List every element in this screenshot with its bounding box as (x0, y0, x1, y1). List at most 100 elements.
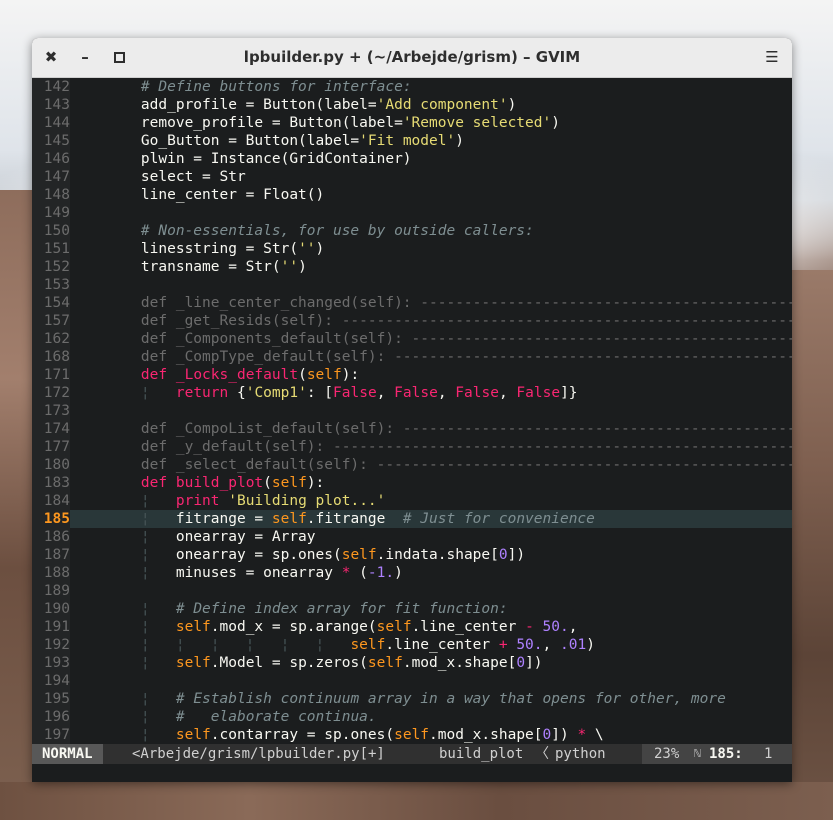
code-line[interactable]: 153 (32, 276, 792, 294)
code-line[interactable]: 154 def _line_center_changed(self): ----… (32, 294, 792, 312)
code-line[interactable]: 145 Go_Button = Button(label='Fit model'… (32, 132, 792, 150)
code-line[interactable]: 162 def _Components_default(self): -----… (32, 330, 792, 348)
line-code: def _CompoList_default(self): ----------… (106, 420, 792, 438)
code-token: .mod_x = sp.arange( (210, 619, 377, 635)
line-number: 177 (32, 438, 70, 456)
cursor-line-row[interactable]: 185 ¦ fitrange = self.fitrange # Just fo… (32, 510, 792, 528)
code-line[interactable]: 146 plwin = Instance(GridContainer) (32, 150, 792, 168)
code-token: 'Building plot...' (228, 493, 386, 509)
line-number: 148 (32, 186, 70, 204)
line-number: 192 (32, 636, 70, 654)
code-line[interactable]: 150 # Non-essentials, for use by outside… (32, 222, 792, 240)
code-token: Go_Button = Button(label= (106, 133, 360, 149)
code-editor[interactable]: 142 # Define buttons for interface: 143 a… (32, 78, 792, 744)
line-number: 195 (32, 690, 70, 708)
code-line[interactable]: 152 transname = Str('') (32, 258, 792, 276)
code-line[interactable]: 173 (32, 402, 792, 420)
code-token: ]) (525, 655, 543, 671)
code-token: : [ (306, 385, 334, 401)
code-line[interactable]: 143 add_profile = Button(label='Add comp… (32, 96, 792, 114)
code-token: ( (298, 367, 307, 383)
code-token: + (498, 637, 508, 653)
code-line[interactable]: 191 ¦ self.mod_x = sp.arange(self.line_c… (32, 618, 792, 636)
line-code: ¦ ¦ ¦ ¦ ¦ ¦ self.line_center + 50., .01) (106, 636, 595, 654)
code-line[interactable]: 174 def _CompoList_default(self): ------… (32, 420, 792, 438)
code-token: # Establish continuum array in a way tha… (175, 691, 726, 707)
file-type: python (555, 746, 606, 762)
code-line[interactable]: 180 def _select_default(self): ---------… (32, 456, 792, 474)
code-token: self (175, 655, 211, 671)
code-token: self (341, 547, 377, 563)
code-line[interactable]: 151 linesstring = Str('') (32, 240, 792, 258)
code-line[interactable]: 142 # Define buttons for interface: (32, 78, 792, 96)
code-line[interactable]: 183 def build_plot(self): (32, 474, 792, 492)
line-code: add_profile = Button(label='Add componen… (106, 96, 516, 114)
code-token: 0 (498, 547, 508, 563)
code-line[interactable]: 148 line_center = Float() (32, 186, 792, 204)
line-code: ¦ self.Model = sp.zeros(self.mod_x.shape… (106, 654, 543, 672)
code-line[interactable]: 189 (32, 582, 792, 600)
line-number: 162 (32, 330, 70, 348)
code-line[interactable]: 197 ¦ self.contarray = sp.ones(self.mod_… (32, 726, 792, 744)
line-code: # Define buttons for interface: (106, 78, 412, 96)
code-token: def _Components_default(self): ---------… (106, 331, 792, 347)
code-token: ¦ (140, 709, 150, 725)
code-token: self (175, 619, 211, 635)
title-bar[interactable]: ✖ – lpbuilder.py + (~/Arbejde/grism) – G… (32, 38, 792, 78)
line-number: 153 (32, 276, 70, 294)
code-token: minuses = onearray (149, 565, 342, 581)
code-line[interactable]: 194 (32, 672, 792, 690)
code-token: self (175, 727, 211, 743)
code-token: , (498, 385, 517, 401)
line-number: 190 (32, 600, 70, 618)
code-token: .mod_x.shape[ (402, 655, 517, 671)
code-token: .contarray = sp.ones( (210, 727, 395, 743)
code-line[interactable]: 195 ¦ # Establish continuum array in a w… (32, 690, 792, 708)
code-token: False (455, 385, 499, 401)
status-line: NORMAL <Arbejde/grism/lpbuilder.py[+] bu… (32, 744, 792, 764)
line-number: 193 (32, 654, 70, 672)
code-line[interactable]: 188 ¦ minuses = onearray * (-1.) (32, 564, 792, 582)
menu-icon[interactable]: ☰ (758, 38, 786, 77)
code-token: , (437, 385, 456, 401)
line-code: transname = Str('') (106, 258, 307, 276)
code-line[interactable]: 157 def _get_Resids(self): -------------… (32, 312, 792, 330)
chevron-left-icon: 〈 (535, 746, 549, 762)
code-line[interactable]: 144 remove_profile = Button(label='Remov… (32, 114, 792, 132)
code-token: def _select_default(self): -------------… (106, 457, 792, 473)
line-number: 152 (32, 258, 70, 276)
command-line[interactable] (32, 764, 792, 782)
line-code: ¦ # elaborate continua. (106, 708, 377, 726)
code-line[interactable]: 196 ¦ # elaborate continua. (32, 708, 792, 726)
code-line[interactable]: 190 ¦ # Define index array for fit funct… (32, 600, 792, 618)
code-line[interactable]: 192 ¦ ¦ ¦ ¦ ¦ ¦ self.line_center + 50., … (32, 636, 792, 654)
code-line[interactable]: 177 def _y_default(self): --------------… (32, 438, 792, 456)
code-line[interactable]: 171 def _Locks_default(self): (32, 366, 792, 384)
code-line[interactable]: 149 (32, 204, 792, 222)
code-token: self (367, 655, 403, 671)
code-line[interactable]: 184 ¦ print 'Building plot...' (32, 492, 792, 510)
code-token: add_profile = Button(label= (106, 97, 377, 113)
line-number: 186 (32, 528, 70, 546)
code-token: select = Str (106, 169, 246, 185)
code-line[interactable]: 172 ¦ return {'Comp1': [False, False, Fa… (32, 384, 792, 402)
code-line[interactable]: 147 select = Str (32, 168, 792, 186)
code-token: remove_profile = Button(label= (106, 115, 403, 131)
code-token: plwin = Instance(GridContainer) (106, 151, 412, 167)
line-number: 171 (32, 366, 70, 384)
code-line[interactable]: 186 ¦ onearray = Array (32, 528, 792, 546)
code-line[interactable]: 187 ¦ onearray = sp.ones(self.indata.sha… (32, 546, 792, 564)
code-line[interactable]: 193 ¦ self.Model = sp.zeros(self.mod_x.s… (32, 654, 792, 672)
code-token: line_center = Float() (106, 187, 325, 203)
code-token: def (140, 367, 168, 383)
code-token: False (394, 385, 438, 401)
code-token: ) (455, 133, 464, 149)
code-line[interactable]: 168 def _CompType_default(self): -------… (32, 348, 792, 366)
line-number: 145 (32, 132, 70, 150)
code-token: def _line_center_changed(self): --------… (106, 295, 792, 311)
